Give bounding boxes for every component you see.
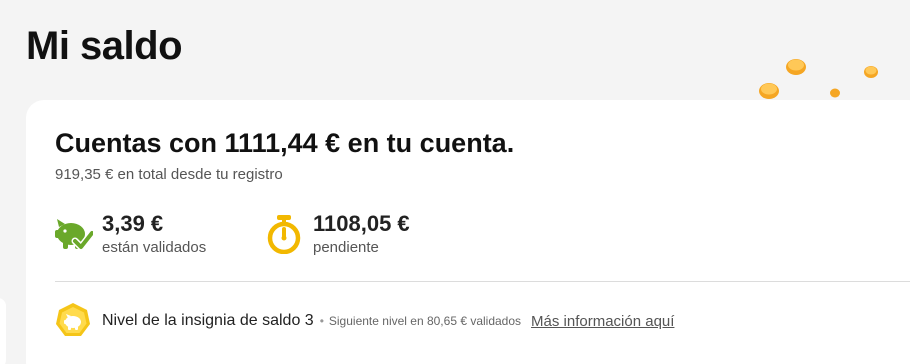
- balance-page: Mi saldo Cuentas con 1111,44 € en tu cue…: [0, 0, 910, 364]
- stopwatch-icon: [267, 215, 301, 254]
- balance-headline: Cuentas con 1111,44 € en tu cuenta.: [55, 128, 515, 158]
- badge-level-text: Nivel de la insignia de saldo 3: [102, 312, 314, 329]
- validated-stat: 3,39 € están validados: [53, 210, 206, 258]
- adjacent-card-edge: [0, 298, 6, 364]
- page-title: Mi saldo: [26, 24, 183, 68]
- piggy-badge-icon: [56, 303, 90, 336]
- more-info-link[interactable]: Más información aquí: [531, 313, 674, 330]
- badge-level-row: Nivel de la insignia de saldo 3 • Siguie…: [54, 302, 674, 340]
- next-level-text: Siguiente nivel en 80,65 € validados: [328, 314, 522, 328]
- pending-label: pendiente: [313, 239, 379, 256]
- validated-label: están validados: [102, 239, 207, 256]
- pending-amount: 1108,05 €: [313, 211, 410, 236]
- divider: [55, 281, 910, 282]
- validated-amount: 3,39 €: [102, 211, 164, 236]
- total-since-registration: 919,35 € en total desde tu registro: [55, 166, 283, 183]
- badge-separator: •: [319, 314, 324, 328]
- pending-stat: 1108,05 € pendiente: [264, 210, 410, 258]
- balance-card: Cuentas con 1111,44 € en tu cuenta. 919,…: [26, 100, 910, 364]
- piggy-check-icon: [55, 219, 93, 251]
